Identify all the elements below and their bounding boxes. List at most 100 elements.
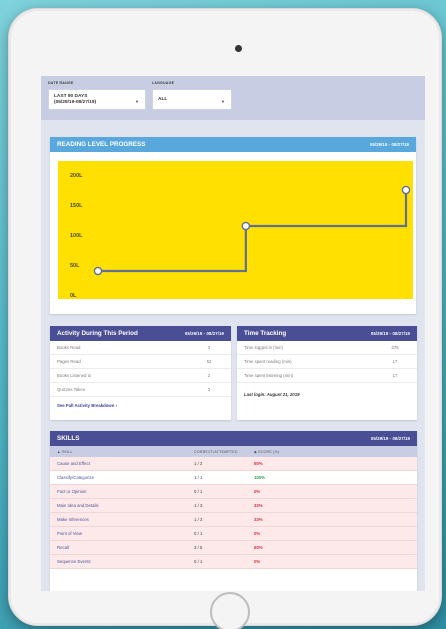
stat-label: Books Listened to xyxy=(57,373,92,378)
table-row[interactable]: Cause and Effect 1 / 2 50% xyxy=(50,457,417,471)
skill-score: 33% xyxy=(254,517,263,522)
list-item: Time logged in (min) 375 xyxy=(237,341,417,355)
stat-label: Pages Read xyxy=(57,359,81,364)
skill-score: 0% xyxy=(254,489,261,494)
language-label: LANGUAGE xyxy=(152,81,175,85)
skill-column-header[interactable]: ▲ SKILL xyxy=(50,450,194,454)
table-row[interactable]: Classify/Categorize 1 / 1 100% xyxy=(50,471,417,485)
stat-value: 52 xyxy=(206,359,212,364)
tablet-frame: DATE RANGE LAST 90 DAYS (05/29/19-08/27/… xyxy=(8,8,442,629)
date-range-select[interactable]: LAST 90 DAYS (05/29/19-08/27/19) ▼ xyxy=(48,89,146,110)
language-select[interactable]: ALL ▼ xyxy=(152,89,232,110)
activity-list: Books Read 3 Pages Read 52 Books Listened to… xyxy=(50,341,231,397)
reading-progress-date: 05/29/19 - 08/27/19 xyxy=(369,142,409,147)
y-tick-label: 200L xyxy=(70,173,83,179)
skills-title: SKILLS xyxy=(57,435,80,442)
chevron-down-icon: ▼ xyxy=(221,99,225,104)
skill-correct-attempted: 0 / 1 xyxy=(194,531,203,536)
stat-label: Books Read xyxy=(57,345,81,350)
chevron-down-icon: ▼ xyxy=(135,99,139,104)
reading-progress-card: READING LEVEL PROGRESS 05/29/19 - 08/27/… xyxy=(50,137,416,314)
table-row[interactable]: Recall 3 / 5 60% xyxy=(50,541,417,555)
time-list: Time logged in (min) 375 Time spent readin… xyxy=(237,341,417,383)
table-row[interactable]: Point of View 0 / 1 0% xyxy=(50,527,417,541)
reading-progress-title: READING LEVEL PROGRESS xyxy=(57,141,146,148)
list-item: Time spent listening (min) 17 xyxy=(237,369,417,383)
stat-label: Time spent listening (min) xyxy=(244,373,294,378)
skills-table-header: ▲ SKILL CORRECT/ATTEMPTED ◆ SCORE (%) xyxy=(50,446,417,457)
date-range-filter: DATE RANGE LAST 90 DAYS (05/29/19-08/27/… xyxy=(48,81,146,110)
table-row[interactable]: Sequence Events 0 / 1 0% xyxy=(50,555,417,569)
table-row[interactable]: Make Inferences 1 / 3 33% xyxy=(50,513,417,527)
filter-bar: DATE RANGE LAST 90 DAYS (05/29/19-08/27/… xyxy=(41,76,425,120)
skills-date: 05/29/19 - 08/27/19 xyxy=(370,436,410,441)
skill-score: 50% xyxy=(254,461,263,466)
y-tick-label: 150L xyxy=(70,203,83,209)
time-tracking-card: Time Tracking 05/29/19 - 08/27/19 Time l… xyxy=(237,326,417,420)
table-row[interactable]: Main Idea and Details 1 / 3 33% xyxy=(50,499,417,513)
skill-name[interactable]: Classify/Categorize xyxy=(50,475,194,480)
stat-value: 3 xyxy=(207,345,211,350)
stat-label: Time spent reading (min) xyxy=(244,359,292,364)
stat-label: Time logged in (min) xyxy=(244,345,284,350)
list-item: Quizzes Taken 3 xyxy=(50,383,231,397)
activity-header: Activity During This Period 05/29/19 - 0… xyxy=(50,326,231,341)
stat-value: 17 xyxy=(392,373,398,378)
home-button[interactable] xyxy=(210,592,250,629)
reading-level-point[interactable] xyxy=(241,221,251,231)
skill-correct-attempted: 0 / 1 xyxy=(194,489,203,494)
skill-score: 33% xyxy=(254,503,263,508)
list-item: Time spent reading (min) 17 xyxy=(237,355,417,369)
skill-correct-attempted: 1 / 3 xyxy=(194,517,203,522)
list-item: Books Read 3 xyxy=(50,341,231,355)
stat-value: 3 xyxy=(207,387,211,392)
skill-score: 60% xyxy=(254,545,263,550)
skill-name[interactable]: Main Idea and Details xyxy=(50,503,194,508)
full-activity-link[interactable]: See Full Activity Breakdown › xyxy=(50,397,231,414)
y-tick-label: 100L xyxy=(70,233,83,239)
skill-score: 0% xyxy=(254,559,261,564)
skills-card: SKILLS 05/29/19 - 08/27/19 ▲ SKILL CORRE… xyxy=(50,431,417,591)
skill-correct-attempted: 1 / 2 xyxy=(194,461,203,466)
skills-table-body: Cause and Effect 1 / 2 50% Classify/Categor… xyxy=(50,457,417,569)
skill-name[interactable]: Make Inferences xyxy=(50,517,194,522)
stat-value: 17 xyxy=(392,359,398,364)
y-tick-label: 50L xyxy=(70,263,80,269)
activity-title: Activity During This Period xyxy=(57,330,138,337)
reading-level-line xyxy=(98,190,408,273)
time-tracking-title: Time Tracking xyxy=(244,330,287,337)
stat-value: 2 xyxy=(207,373,211,378)
skill-name[interactable]: Point of View xyxy=(50,531,194,536)
activity-card: Activity During This Period 05/29/19 - 0… xyxy=(50,326,231,420)
skill-name[interactable]: Fact or Opinion xyxy=(50,489,194,494)
skill-score: 0% xyxy=(254,531,261,536)
y-tick-label: 0L xyxy=(70,293,77,299)
stat-label: Quizzes Taken xyxy=(57,387,86,392)
last-login-text: Last login: August 21, 2019 xyxy=(244,392,300,397)
reading-level-point[interactable] xyxy=(401,185,411,195)
reading-level-point[interactable] xyxy=(93,266,103,276)
correct-column-header: CORRECT/ATTEMPTED xyxy=(194,449,238,454)
skill-correct-attempted: 3 / 5 xyxy=(194,545,203,550)
table-row[interactable]: Fact or Opinion 0 / 1 0% xyxy=(50,485,417,499)
app-screen: DATE RANGE LAST 90 DAYS (05/29/19-08/27/… xyxy=(41,76,425,591)
language-value: ALL xyxy=(158,97,168,102)
reading-level-chart: 0L 50L 100L 150L 200L xyxy=(58,161,413,299)
score-column-header[interactable]: ◆ SCORE (%) xyxy=(254,450,334,454)
skills-header: SKILLS 05/29/19 - 08/27/19 xyxy=(50,431,417,446)
skill-correct-attempted: 1 / 1 xyxy=(194,475,203,480)
skill-correct-attempted: 1 / 3 xyxy=(194,503,203,508)
skill-score: 100% xyxy=(254,475,265,480)
skill-name[interactable]: Cause and Effect xyxy=(50,461,194,466)
skill-name[interactable]: Sequence Events xyxy=(50,559,194,564)
activity-date: 05/29/19 - 08/27/19 xyxy=(184,331,224,336)
camera-icon xyxy=(235,45,242,52)
language-filter: LANGUAGE ALL ▼ xyxy=(152,81,232,110)
skill-name[interactable]: Recall xyxy=(50,545,194,550)
stat-value: 375 xyxy=(391,345,399,350)
list-item: Pages Read 52 xyxy=(50,355,231,369)
skill-correct-attempted: 0 / 1 xyxy=(194,559,203,564)
time-tracking-date: 05/29/19 - 08/27/19 xyxy=(370,331,410,336)
reading-level-chart-svg: 0L 50L 100L 150L 200L xyxy=(70,173,411,299)
date-range-value-line2: (05/29/19-08/27/19) xyxy=(54,99,97,105)
